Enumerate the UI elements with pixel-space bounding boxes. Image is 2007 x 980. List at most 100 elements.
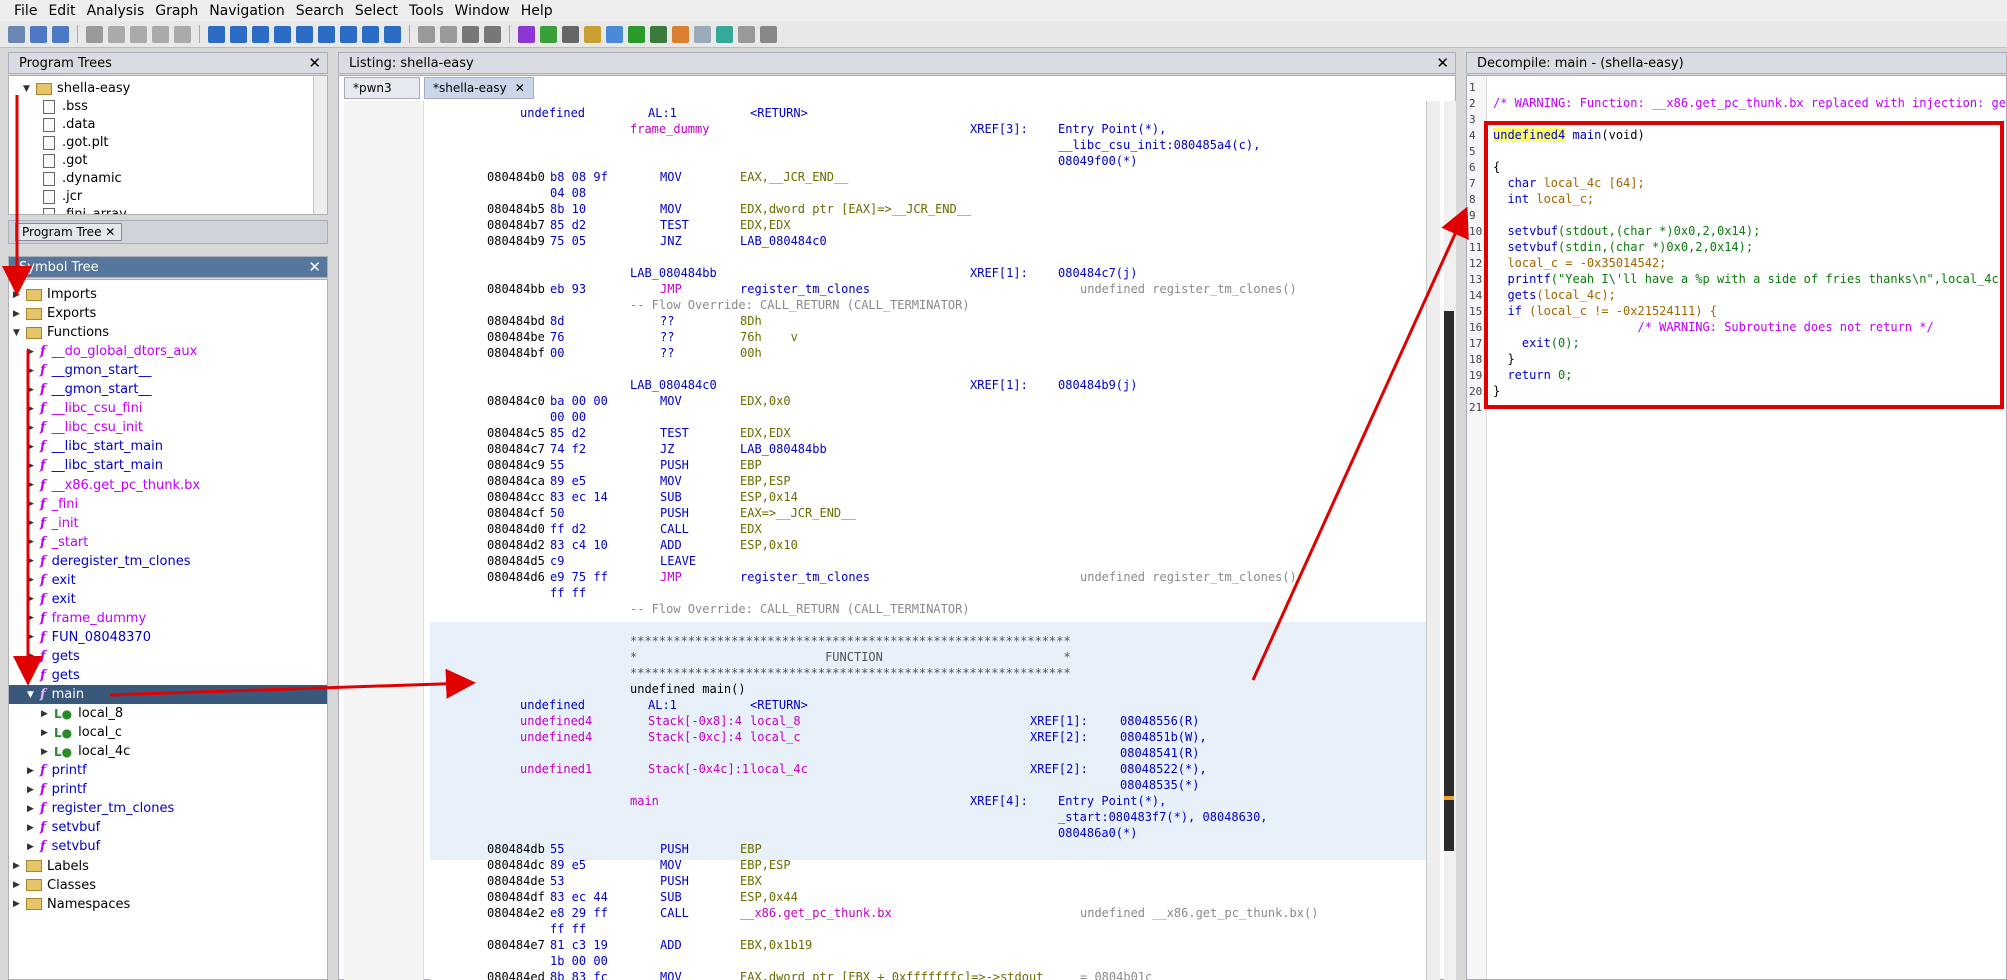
tree-item[interactable]: .got.plt	[43, 133, 109, 152]
symbol-fn-item[interactable]: ▶ f gets	[27, 666, 80, 685]
toolbar-button[interactable]	[252, 25, 269, 43]
symbol-fn-item[interactable]: ▶ f __libc_start_main	[27, 456, 163, 475]
decompile-code[interactable]: 1 2/* WARNING: Function: __x86.get_pc_thu…	[1466, 75, 2007, 980]
chevron-right-icon[interactable]: ▶	[41, 709, 51, 719]
symbol-fn-item[interactable]: ▶ f _init	[27, 514, 79, 533]
symbol-fn-item[interactable]: ▶ f _start	[27, 533, 88, 552]
toolbar-button[interactable]	[230, 25, 247, 43]
tree-root[interactable]: ▼ shella-easy	[23, 79, 130, 98]
close-icon[interactable]: ✕	[308, 258, 321, 276]
chevron-right-icon[interactable]: ▶	[27, 518, 37, 528]
symbol-tree-view[interactable]: ▶ Imports ▶ Exports ▼ Functions ▶ f __do_global_…	[8, 279, 328, 980]
close-icon[interactable]: ✕	[308, 54, 321, 72]
menu-item-window[interactable]: Window	[455, 3, 510, 19]
toolbar-button[interactable]	[174, 25, 191, 43]
menu-item-tools[interactable]: Tools	[409, 3, 444, 19]
chevron-right-icon[interactable]: ▶	[13, 309, 23, 319]
toolbar-button[interactable]	[562, 25, 579, 43]
chevron-right-icon[interactable]: ▶	[13, 861, 23, 871]
symbol-var-item[interactable]: ▶ L● local_c	[41, 723, 122, 742]
chevron-right-icon[interactable]: ▶	[13, 899, 23, 909]
toolbar-button[interactable]	[650, 25, 667, 43]
listing-code[interactable]: undefined AL:1 <RETURN> frame_dummy XREF[3]:…	[430, 101, 1426, 980]
menu-item-search[interactable]: Search	[296, 3, 344, 19]
symbol-fn-item[interactable]: ▶ f FUN_08048370	[27, 628, 151, 647]
tree-item[interactable]: .data	[43, 115, 95, 134]
toolbar-button[interactable]	[30, 25, 47, 43]
chevron-right-icon[interactable]: ▶	[27, 594, 37, 604]
toolbar-button[interactable]	[606, 25, 623, 43]
toolbar-button[interactable]	[418, 25, 435, 43]
menu-item-select[interactable]: Select	[355, 3, 398, 19]
symbol-fn-item[interactable]: ▶ f _fini	[27, 495, 78, 514]
symbol-fn-item[interactable]: ▶ f register_tm_clones	[27, 799, 174, 818]
symbol-fn-item[interactable]: ▶ f gets	[27, 647, 80, 666]
menu-item-navigation[interactable]: Navigation	[209, 3, 285, 19]
toolbar-button[interactable]	[518, 25, 535, 43]
chevron-right-icon[interactable]: ▶	[27, 651, 37, 661]
listing-scrollbar[interactable]	[1426, 101, 1440, 980]
toolbar-button[interactable]	[462, 25, 479, 43]
toolbar-button[interactable]	[86, 25, 103, 43]
symbol-fn-item[interactable]: ▼ f main	[9, 685, 327, 705]
symbol-fn-item[interactable]: ▶ f deregister_tm_clones	[27, 552, 190, 571]
chevron-right-icon[interactable]: ▶	[13, 290, 23, 300]
chevron-right-icon[interactable]: ▶	[27, 766, 37, 776]
chevron-down-icon[interactable]: ▼	[23, 84, 33, 94]
symbol-folder-item[interactable]: ▶ Imports	[13, 285, 97, 304]
toolbar-button[interactable]	[8, 25, 25, 43]
toolbar-button[interactable]	[52, 25, 69, 43]
symbol-folder-item[interactable]: ▶ Exports	[13, 304, 96, 323]
close-icon[interactable]: ✕	[515, 81, 525, 95]
toolbar-button[interactable]	[716, 25, 733, 43]
chevron-right-icon[interactable]: ▶	[27, 423, 37, 433]
chevron-right-icon[interactable]: ▶	[27, 537, 37, 547]
symbol-fn-item[interactable]: ▶ f exit	[27, 590, 76, 609]
chevron-right-icon[interactable]: ▶	[27, 842, 37, 852]
toolbar-button[interactable]	[208, 25, 225, 43]
tab-pwn3[interactable]: *pwn3	[344, 77, 420, 99]
chevron-right-icon[interactable]: ▶	[27, 556, 37, 566]
symbol-fn-item[interactable]: ▶ f __libc_csu_init	[27, 418, 143, 437]
menu-item-graph[interactable]: Graph	[155, 3, 198, 19]
chevron-right-icon[interactable]: ▶	[27, 499, 37, 509]
symbol-fn-item[interactable]: ▶ f __do_global_dtors_aux	[27, 342, 197, 361]
toolbar-button[interactable]	[628, 25, 645, 43]
program-tree-view[interactable]: ▼ shella-easy .bss .data .got.plt .got .dynami…	[8, 75, 328, 215]
chevron-right-icon[interactable]: ▶	[27, 480, 37, 490]
toolbar-button[interactable]	[318, 25, 335, 43]
chevron-right-icon[interactable]: ▶	[41, 747, 51, 757]
chevron-right-icon[interactable]: ▶	[27, 347, 37, 357]
menu-item-help[interactable]: Help	[521, 3, 553, 19]
symbol-fn-item[interactable]: ▶ f printf	[27, 780, 87, 799]
toolbar-button[interactable]	[440, 25, 457, 43]
tab-shella-easy[interactable]: *shella-easy ✕	[424, 77, 534, 99]
toolbar-button[interactable]	[484, 25, 501, 43]
tree-item[interactable]: .fini_array	[43, 205, 127, 214]
close-icon[interactable]: ✕	[1436, 54, 1449, 72]
toolbar-button[interactable]	[130, 25, 147, 43]
chevron-down-icon[interactable]: ▼	[27, 690, 37, 700]
symbol-folder-item[interactable]: ▶ Namespaces	[13, 895, 130, 914]
toolbar-button[interactable]	[108, 25, 125, 43]
toolbar-button[interactable]	[296, 25, 313, 43]
chevron-right-icon[interactable]: ▶	[27, 632, 37, 642]
menu-item-analysis[interactable]: Analysis	[87, 3, 145, 19]
tree-item[interactable]: .got	[43, 151, 87, 170]
symbol-folder-item[interactable]: ▶ Labels	[13, 857, 89, 876]
symbol-fn-item[interactable]: ▶ f printf	[27, 761, 87, 780]
chevron-right-icon[interactable]: ▶	[27, 442, 37, 452]
chevron-right-icon[interactable]: ▶	[27, 613, 37, 623]
symbol-var-item[interactable]: ▶ L● local_8	[41, 704, 123, 723]
symbol-fn-item[interactable]: ▶ f exit	[27, 571, 76, 590]
symbol-fn-item[interactable]: ▶ f __x86.get_pc_thunk.bx	[27, 476, 200, 495]
menu-item-file[interactable]: File	[14, 3, 37, 19]
toolbar-button[interactable]	[738, 25, 755, 43]
toolbar-button[interactable]	[760, 25, 777, 43]
toolbar-button[interactable]	[694, 25, 711, 43]
chevron-right-icon[interactable]: ▶	[41, 728, 51, 738]
chevron-right-icon[interactable]: ▶	[27, 404, 37, 414]
symbol-fn-item[interactable]: ▶ f setvbuf	[27, 818, 100, 837]
chevron-right-icon[interactable]: ▶	[27, 385, 37, 395]
chevron-right-icon[interactable]: ▶	[27, 671, 37, 681]
